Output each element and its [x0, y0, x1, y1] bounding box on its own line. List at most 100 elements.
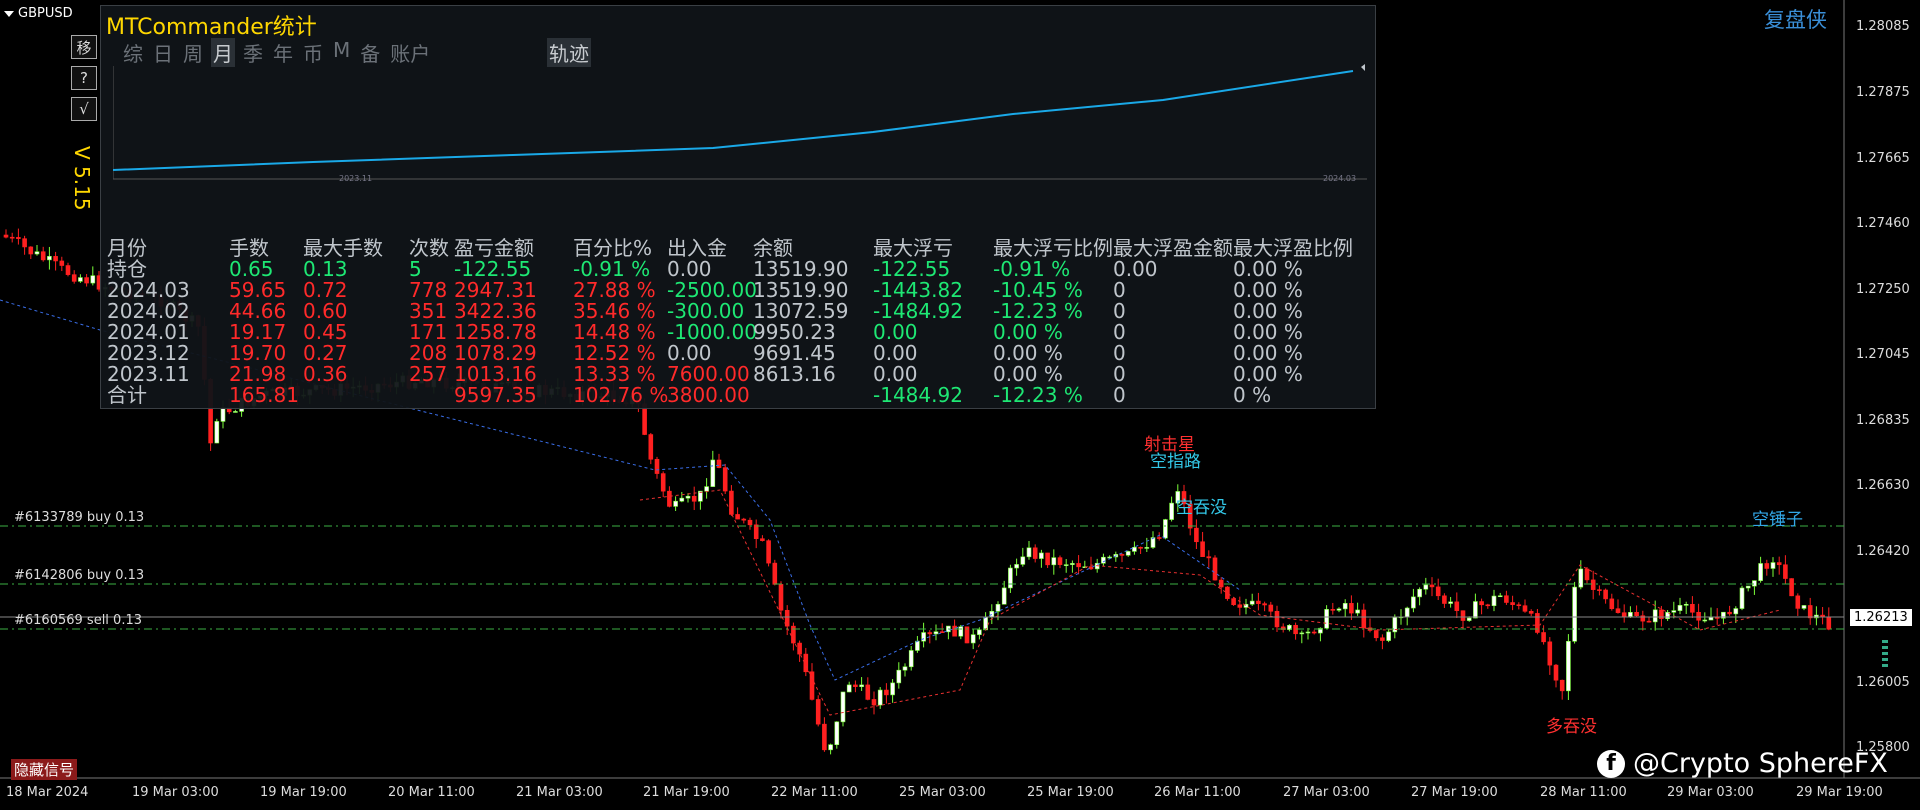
candle-body: [1299, 632, 1305, 635]
candle-body: [1448, 601, 1453, 604]
candle-body: [1249, 600, 1255, 605]
header-deposits: 出入金: [667, 236, 727, 260]
candle-body: [1764, 563, 1770, 569]
candle-body: [1634, 612, 1639, 616]
candle-body: [1473, 601, 1478, 619]
move-button[interactable]: 移: [71, 35, 97, 59]
tab-magic[interactable]: M: [331, 38, 352, 67]
candle-body: [65, 265, 71, 275]
candle-body: [1014, 564, 1019, 569]
tab-track[interactable]: 轨迹: [547, 38, 591, 67]
candle-body: [1330, 609, 1336, 611]
candle-body: [1485, 604, 1491, 607]
candle-body: [1138, 547, 1143, 549]
candle-body: [233, 411, 238, 413]
time-label: 29 Mar 19:00: [1796, 785, 1883, 800]
tab-year[interactable]: 年: [271, 38, 295, 67]
candle-body: [1510, 602, 1515, 605]
candle-body: [648, 434, 654, 460]
candle-body: [1380, 637, 1385, 641]
candle-body: [1702, 619, 1708, 622]
symbol-label: GBPUSD: [18, 6, 73, 21]
price-label: 1.26630: [1856, 478, 1910, 493]
candle-body: [1553, 664, 1559, 681]
candle-body: [1491, 595, 1497, 606]
candle-body: [1652, 609, 1658, 623]
candle-body: [970, 634, 976, 644]
candle-body: [1144, 547, 1150, 549]
candle-body: [797, 642, 802, 655]
candle-body: [1125, 551, 1131, 556]
candle-body: [1150, 537, 1156, 548]
tab-day[interactable]: 日: [151, 38, 175, 67]
symbol-selector[interactable]: GBPUSD: [4, 6, 73, 21]
order-line-label[interactable]: #6142806 buy 0.13: [14, 568, 144, 583]
candle-body: [1541, 632, 1546, 643]
tab-notes[interactable]: 备: [358, 38, 382, 67]
header-lots: 手数: [229, 236, 269, 260]
candle-body: [1051, 557, 1057, 566]
header-max-float-loss-pct: 最大浮亏比例: [993, 236, 1113, 260]
confirm-button[interactable]: √: [71, 97, 97, 121]
candle-body: [753, 524, 759, 539]
candle-body: [1789, 578, 1794, 597]
candle-body: [1801, 605, 1807, 609]
candle-body: [747, 519, 753, 526]
candle-body: [691, 495, 697, 502]
time-label: 27 Mar 19:00: [1411, 785, 1498, 800]
candle-body: [1783, 564, 1788, 579]
candle-body: [1826, 616, 1832, 630]
candle-body: [78, 277, 83, 282]
candle-body: [741, 518, 747, 521]
candle-body: [1361, 609, 1367, 629]
candle-body: [1671, 610, 1677, 613]
order-line-label[interactable]: #6133789 buy 0.13: [14, 510, 144, 525]
tab-month[interactable]: 月: [211, 38, 235, 67]
candle-body: [884, 689, 889, 696]
help-button[interactable]: ?: [71, 66, 97, 90]
candle-body: [1417, 588, 1422, 598]
period-tabs: 综 日 周 月 季 年 币 M 备 账户: [121, 38, 432, 67]
brand-watermark: f @Crypto SphereFX: [1597, 748, 1888, 779]
candle-body: [1039, 552, 1044, 559]
tab-week[interactable]: 周: [181, 38, 205, 67]
brand-text: @Crypto SphereFX: [1633, 748, 1888, 779]
equity-curve: 2023.11 2024.03: [113, 64, 1367, 183]
candle-body: [47, 256, 52, 261]
time-label: 29 Mar 03:00: [1667, 785, 1754, 800]
candle-body: [1615, 608, 1621, 613]
order-line-label[interactable]: #6160569 sell 0.13: [14, 613, 142, 628]
candle-body: [822, 723, 827, 751]
candle-body: [220, 407, 226, 422]
version-label: V 5.15: [70, 146, 94, 211]
time-label: 27 Mar 03:00: [1283, 785, 1370, 800]
candle-body: [1008, 567, 1013, 589]
time-label: 22 Mar 11:00: [771, 785, 858, 800]
candle-body: [84, 277, 89, 284]
candle-body: [1690, 604, 1695, 613]
candle-body: [1739, 587, 1745, 609]
candle-body: [896, 669, 902, 684]
candle-body: [1411, 596, 1416, 609]
tab-quarter[interactable]: 季: [241, 38, 265, 67]
tab-currency[interactable]: 币: [301, 38, 325, 67]
hide-signals-button[interactable]: 隐藏信号: [11, 759, 78, 780]
candle-body: [34, 251, 40, 255]
tab-account[interactable]: 账户: [388, 38, 432, 67]
candle-body: [735, 514, 740, 520]
candle-body: [1528, 611, 1534, 614]
tab-overview[interactable]: 综: [121, 38, 145, 67]
price-label: 1.26835: [1856, 413, 1910, 428]
dropdown-triangle-icon: [4, 10, 14, 17]
candle-body: [1256, 600, 1261, 604]
candle-body: [1194, 527, 1199, 543]
candle-body: [1696, 611, 1701, 621]
candle-body: [1516, 604, 1522, 606]
candle-body: [1454, 601, 1460, 611]
candle-body: [40, 251, 46, 261]
candle-body: [1225, 586, 1230, 599]
candle-body: [1063, 564, 1069, 566]
candle-body: [846, 684, 852, 693]
time-label: 18 Mar 2024: [6, 785, 89, 800]
candle-body: [673, 500, 678, 507]
